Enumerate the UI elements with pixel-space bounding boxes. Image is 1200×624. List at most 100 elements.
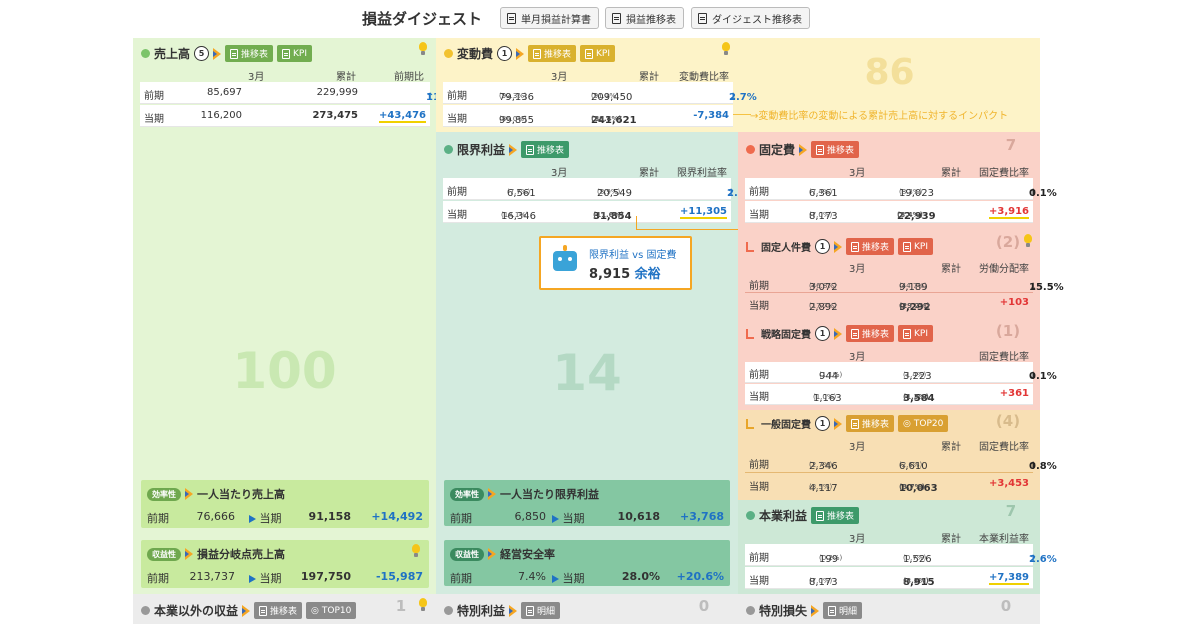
operating-trend-button[interactable]: 推移表 <box>811 507 860 524</box>
play-arrow-icon[interactable] <box>509 604 518 617</box>
table-row: 当期 8,173 (7.0%) 22,939 (8.4%) +3,916 <box>745 201 1033 223</box>
margin-trend-button[interactable]: 推移表 <box>521 141 570 158</box>
document-icon <box>230 48 239 59</box>
table-row: 当期 4,117 (3.5%) 10,063 (3.7%) +3,453 <box>749 478 1029 494</box>
tree-branch-icon <box>746 328 754 339</box>
sales-table: 3月 累計 前期比 前期 85,697 229,999 ↑ 118.9% 当期 … <box>140 68 468 128</box>
status-dot-icon <box>746 145 755 154</box>
sales-trend-button[interactable]: 推移表 <box>225 45 274 62</box>
general-trend-button[interactable]: 推移表 <box>846 415 895 432</box>
table-row: 当期 8,173 (7.0%) 8,915 (3.3%) +7,389 <box>745 567 1033 589</box>
document-icon <box>282 48 291 59</box>
status-dot-icon <box>444 145 453 154</box>
play-arrow-icon[interactable] <box>834 240 842 253</box>
play-arrow-icon[interactable] <box>834 327 842 340</box>
nonop-top10-button[interactable]: ◎ TOP10 <box>306 602 357 619</box>
operating-table: 3月 累計 本業利益率 前期 199 (0.2%) 1,526 (0.7%) ↑… <box>745 530 1057 590</box>
safety-rate-card[interactable]: 収益性 経営安全率 前期 7.4% 当期 28.0% +20.6% <box>444 540 730 586</box>
document-icon <box>816 144 825 155</box>
special-gain-detail-button[interactable]: 明細 <box>521 602 561 619</box>
play-arrow-icon[interactable] <box>509 143 518 156</box>
page-header: 損益ダイジェスト 単月損益計算書 損益推移表 ダイジェスト推移表 <box>0 0 1200 36</box>
table-row: 当期 16,346 (14.1%) 31,854 (11.6%) +11,305 <box>443 201 731 223</box>
table-row: 当期 116,200 273,475 +43,476 <box>140 105 430 127</box>
status-dot-icon <box>141 606 150 615</box>
play-arrow-icon <box>185 548 193 560</box>
document-icon <box>903 328 912 339</box>
comment-count-icon[interactable]: 1 <box>815 239 830 254</box>
comment-count-icon[interactable]: 1 <box>815 326 830 341</box>
general-table: 3月 累計 固定費比率 前期 2,346 (2.7%) 6,610 (2.6%)… <box>745 438 1057 496</box>
strategic-trend-button[interactable]: 推移表 <box>846 325 895 342</box>
play-arrow-icon[interactable] <box>811 604 820 617</box>
play-arrow-icon[interactable] <box>213 47 222 60</box>
play-arrow-icon[interactable] <box>834 417 842 430</box>
document-icon <box>526 144 535 155</box>
hint-bulb-icon[interactable] <box>411 544 421 558</box>
document-icon <box>851 328 859 339</box>
robot-mascot-icon <box>553 245 577 271</box>
variable-cost-panel: 変動費 1 推移表 KPI 3月 累計 変動費比率 前期 79,136 (92.… <box>436 38 1040 132</box>
table-row: 前期 2,346 (2.7%) 6,610 (2.6%) ↑ 0.8% <box>745 452 1057 473</box>
margin-big-number: 14 <box>552 344 622 402</box>
hint-bulb-icon[interactable] <box>1023 234 1033 248</box>
strategic-table: 3月 固定費比率 前期 944 (1.1%) 3,223 (1.4%) ↓ 0.… <box>745 348 1057 405</box>
fixed-cost-panel: 固定費 推移表 7 3月 累計 固定費比率 前期 6,361 (7.4%) 19… <box>738 132 1057 230</box>
table-row: 前期 79,136 (92.3%) 209,450 (91.1%) ↓ 2.7% <box>443 82 757 104</box>
comment-count-icon[interactable]: 5 <box>194 46 210 61</box>
table-row: 前期 85,697 229,999 ↑ 118.9% <box>140 82 468 104</box>
variable-trend-button[interactable]: 推移表 <box>528 45 577 62</box>
non-operating-income-panel: 本業以外の収益 推移表 ◎ TOP10 1 <box>133 594 436 624</box>
monthly-pl-button[interactable]: 単月損益計算書 <box>500 7 599 29</box>
medal-icon: ◎ <box>903 418 911 429</box>
special-gain-panel: 特別利益 明細 0 <box>436 594 738 624</box>
margin-per-head-card[interactable]: 効率性 一人当たり限界利益 前期 6,850 当期 10,618 +3,768 <box>444 480 730 526</box>
document-icon <box>612 12 621 24</box>
triangle-right-icon <box>552 515 559 523</box>
table-row: 当期 99,855 (86.0%) 241,621 (88.4%) -7,384 <box>443 105 733 127</box>
personnel-table: 3月 累計 労働分配率 前期 3,072 (46.8%) 9,189 (44.7… <box>745 260 1064 313</box>
personnel-trend-button[interactable]: 推移表 <box>846 238 895 255</box>
breakeven-card[interactable]: 収益性 損益分岐点売上高 前期 213,737 当期 197,750 -15,98… <box>141 540 429 588</box>
table-row: 前期 6,561 (7.7%) 20,549 (8.9%) ↑ 2.7% <box>443 178 755 200</box>
hint-bulb-icon[interactable] <box>721 42 731 56</box>
operating-profit-panel: 本業利益 推移表 7 3月 累計 本業利益率 前期 199 (0.2%) 1,5… <box>738 500 1057 594</box>
connector-line <box>636 216 637 230</box>
special-loss-detail-button[interactable]: 明細 <box>823 602 863 619</box>
document-icon <box>851 241 859 252</box>
sales-kpi-button[interactable]: KPI <box>277 45 313 62</box>
sales-big-number: 100 <box>232 342 337 400</box>
document-icon <box>698 12 707 24</box>
nonop-trend-button[interactable]: 推移表 <box>254 602 303 619</box>
fixed-trend-button[interactable]: 推移表 <box>811 141 860 158</box>
personnel-kpi-button[interactable]: KPI <box>898 238 933 255</box>
hint-bulb-icon[interactable] <box>418 598 428 612</box>
variable-table: 3月 累計 変動費比率 前期 79,136 (92.3%) 209,450 (9… <box>443 68 757 128</box>
status-dot-icon <box>141 49 150 58</box>
comment-count-icon[interactable]: 1 <box>497 46 513 61</box>
margin-vs-fixed-callout: 限界利益 vs 固定費 8,915 余裕 <box>539 236 692 290</box>
hint-bulb-icon[interactable] <box>418 42 428 56</box>
digest-trend-button[interactable]: ダイジェスト推移表 <box>691 7 810 29</box>
general-top20-button[interactable]: ◎ TOP20 <box>898 415 949 432</box>
impact-note: →変動費比率の変動による累計売上高に対するインパクト <box>750 111 1009 122</box>
document-icon <box>526 605 535 616</box>
tree-branch-icon <box>746 418 754 429</box>
strategic-kpi-button[interactable]: KPI <box>898 325 933 342</box>
play-arrow-icon[interactable] <box>799 143 808 156</box>
status-dot-icon <box>444 606 453 615</box>
pl-trend-button[interactable]: 損益推移表 <box>605 7 684 29</box>
play-arrow-icon <box>488 488 496 500</box>
connector-line <box>733 114 751 115</box>
document-icon <box>903 241 912 252</box>
sales-per-head-card[interactable]: 効率性 一人当たり売上高 前期 76,666 当期 91,158 +14,492 <box>141 480 429 528</box>
variable-kpi-button[interactable]: KPI <box>580 45 616 62</box>
comment-count-icon[interactable]: 1 <box>815 416 830 431</box>
play-arrow-icon[interactable] <box>242 604 251 617</box>
marginal-profit-panel: 限界利益 推移表 3月 累計 限界利益率 前期 6,561 (7.7%) 20,… <box>436 132 755 594</box>
play-arrow-icon[interactable] <box>516 47 525 60</box>
fixed-table: 3月 累計 固定費比率 前期 6,361 (7.4%) 19,023 (8.3%… <box>745 164 1057 224</box>
document-icon <box>507 12 516 24</box>
status-dot-icon <box>746 606 755 615</box>
table-row: 当期 1,163 (1.0%) 3,584 (1.3%) +361 <box>745 384 1033 405</box>
